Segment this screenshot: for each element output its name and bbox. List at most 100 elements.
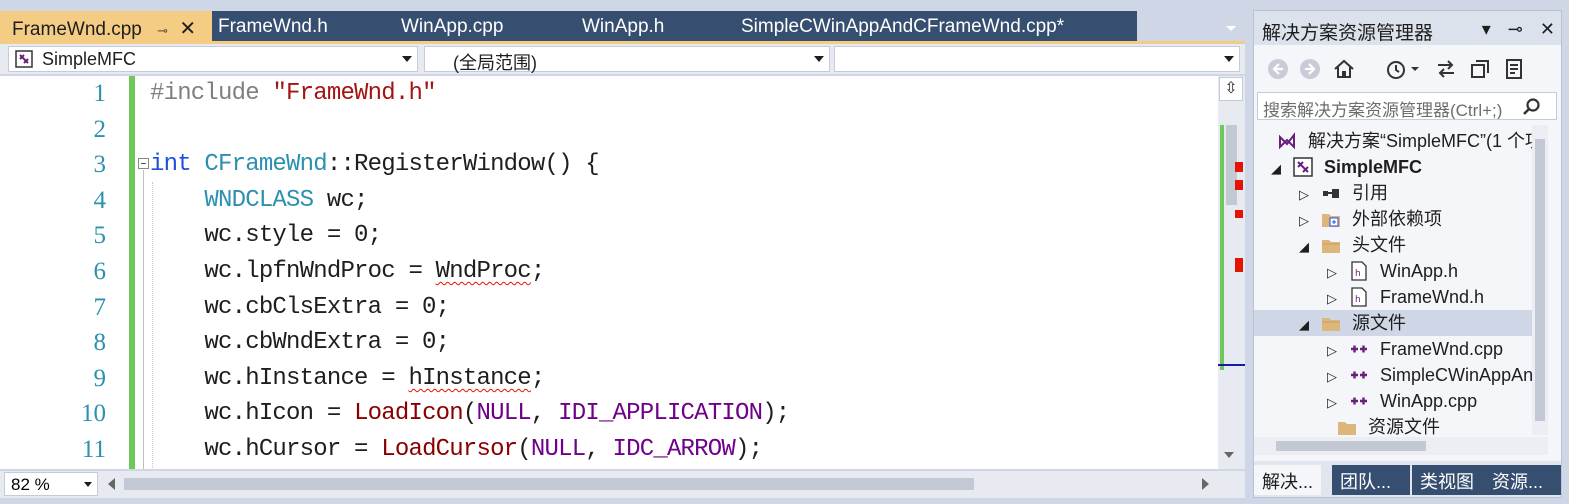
collapse-all-icon[interactable] [1468,57,1492,81]
project-dropdown[interactable]: SimpleMFC [8,46,418,72]
editor-bottom-bar: 82 % [0,471,1245,498]
expanded-arrow-icon[interactable]: ◢ [1296,312,1312,338]
tree-item-resource-files[interactable]: 资源文件 [1312,414,1440,435]
home-icon[interactable] [1332,57,1356,81]
tree-item-project[interactable]: ◢ SimpleMFC [1268,154,1422,180]
expanded-arrow-icon[interactable]: ◢ [1268,156,1284,182]
header-file-icon: h [1351,287,1367,307]
scrollbar-change-map [1220,125,1224,370]
chevron-down-icon [1224,56,1234,62]
scope-dropdown[interactable]: (全局范围) [424,46,830,73]
tab-framewnd-h[interactable]: FrameWnd.h [206,11,336,42]
tab-class-view[interactable]: 类视图 [1412,465,1484,495]
selection-margin[interactable] [0,76,30,469]
history-icon[interactable] [1384,57,1408,81]
back-icon[interactable] [1266,57,1290,81]
tree-item-source-files[interactable]: ◢ 源文件 [1254,310,1532,336]
collapsed-arrow-icon[interactable]: ▷ [1296,182,1312,208]
tab-framewnd-cpp[interactable]: FrameWnd.cpp ⊸ ✕ [0,11,212,42]
error-marker[interactable] [1235,180,1243,190]
tree-item-label: 解决方案“SimpleMFC”(1 个项目) [1308,131,1532,151]
code-line-7: wc.cbClsExtra = 0; [150,290,1218,326]
tree-item-solution[interactable]: 解决方案“SimpleMFC”(1 个项目) [1254,128,1532,154]
scroll-left-arrow-icon[interactable] [108,478,115,490]
member-dropdown[interactable] [834,46,1240,72]
solution-explorer-panel: 解决方案资源管理器 ▾ ⊸ ✕ 搜索解决方案资源管理器(Ctrl+;) 解决方案… [1253,10,1562,498]
caret-position-marker [1218,364,1245,366]
code-text: wc.hCursor = [204,435,382,463]
tab-overflow-dropdown-icon[interactable] [1223,20,1239,36]
scroll-right-arrow-icon[interactable] [1202,478,1209,490]
collapse-toggle-icon[interactable] [138,158,149,169]
tab-team-explorer[interactable]: 团队... [1332,465,1410,495]
code-text: , [530,400,559,428]
close-icon[interactable]: ✕ [1540,19,1555,39]
expanded-arrow-icon[interactable]: ◢ [1296,234,1312,260]
tree-item-label: WinApp.h [1380,261,1459,281]
properties-icon[interactable] [1502,57,1526,81]
zoom-dropdown[interactable]: 82 % [4,472,98,496]
include-path: "FrameWnd.h" [272,80,436,107]
collapsed-arrow-icon[interactable]: ▷ [1296,208,1312,234]
collapsed-arrow-icon[interactable]: ▷ [1324,364,1340,390]
search-icon[interactable] [1522,97,1542,117]
collapsed-arrow-icon[interactable]: ▷ [1324,390,1340,416]
code-text: wc.lpfnWndProc = [204,257,436,285]
collapsed-arrow-icon[interactable]: ▷ [1324,338,1340,364]
tab-label: 解决... [1262,472,1314,492]
tree-item-winapp-cpp[interactable]: ▷ WinApp.cpp [1324,388,1477,414]
tree-item-label: 外部依赖项 [1352,209,1443,229]
tab-label: WinApp.h [582,16,665,37]
tree-item-simplecwinappandcframewnd-cpp[interactable]: ▷ SimpleCWinAppAndCFrameWnd.cpp [1324,362,1532,388]
svg-text:h: h [1355,295,1361,305]
sync-icon[interactable] [1434,57,1458,81]
tab-winapp-h[interactable]: WinApp.h [570,11,672,42]
tree-item-external-deps[interactable]: ▷ 外部依赖项 [1296,206,1442,232]
code-text: wc.style = 0; [204,222,382,250]
cpp-file-icon [1351,371,1368,379]
macro: IDC_ARROW [612,435,736,463]
panel-title: 解决方案资源管理器 [1262,23,1434,44]
tab-winapp-cpp[interactable]: WinApp.cpp [389,11,511,42]
error-marker[interactable] [1235,210,1243,218]
forward-icon[interactable] [1298,57,1322,81]
error-marker[interactable] [1235,258,1243,272]
code-text-area[interactable]: 1 2 3 4 5 6 7 8 9 10 11 #include "FrameW… [0,76,1218,469]
code-editor-pane: FrameWnd.cpp ⊸ ✕ FrameWnd.h WinApp.cpp W… [0,0,1245,504]
collapsed-arrow-icon[interactable]: ▷ [1324,286,1340,312]
tree-item-framewnd-cpp[interactable]: ▷ FrameWnd.cpp [1324,336,1503,362]
split-window-button[interactable]: ⇳ [1219,77,1243,101]
tree-item-label: SimpleMFC [1324,157,1423,177]
collapsed-arrow-icon[interactable]: ▷ [1324,260,1340,286]
tab-simplecwinappandcframewnd-cpp[interactable]: SimpleCWinAppAndCFrameWnd.cpp* [729,11,1072,42]
line-number: 9 [93,364,107,392]
tree-item-references[interactable]: ▷ 引用 [1296,180,1388,206]
tree-item-framewnd-h[interactable]: ▷ h FrameWnd.h [1324,284,1484,310]
tree-item-winapp-h[interactable]: ▷ h WinApp.h [1324,258,1458,284]
horizontal-scroll-thumb[interactable] [124,478,974,490]
solution-search-input[interactable]: 搜索解决方案资源管理器(Ctrl+;) [1257,92,1557,120]
scroll-down-arrow-icon[interactable] [1224,452,1234,458]
macro: NULL [530,435,586,463]
close-icon[interactable]: ✕ [179,16,196,41]
chevron-down-icon [84,482,92,487]
external-deps-icon [1322,214,1341,227]
tree-item-header-files[interactable]: ◢ 头文件 [1296,232,1406,258]
tab-solution-explorer[interactable]: 解决... [1254,465,1322,495]
chevron-down-icon[interactable] [1409,57,1421,81]
project-icon [15,50,33,68]
pin-icon[interactable]: ⊸ [1508,19,1523,39]
title-actions: ▾ ⊸ ✕ [1470,19,1555,40]
code-line-11: wc.hCursor = LoadCursor(NULL, IDC_ARROW)… [150,432,1218,468]
tree-horizontal-scroll-thumb[interactable] [1276,441,1426,451]
tree-item-label: 头文件 [1352,235,1407,255]
error-marker[interactable] [1235,162,1243,172]
dropdown-icon[interactable]: ▾ [1482,19,1491,39]
tree-vertical-scroll-thumb[interactable] [1535,139,1545,421]
tab-label: 类视图 [1420,472,1474,492]
code-text: , [585,435,613,463]
pin-icon[interactable]: ⊸ [157,23,168,39]
tree-item-label: 资源文件 [1368,417,1441,435]
tab-resource-view[interactable]: 资源... [1484,465,1561,495]
class-name: CFrameWnd [204,151,327,179]
